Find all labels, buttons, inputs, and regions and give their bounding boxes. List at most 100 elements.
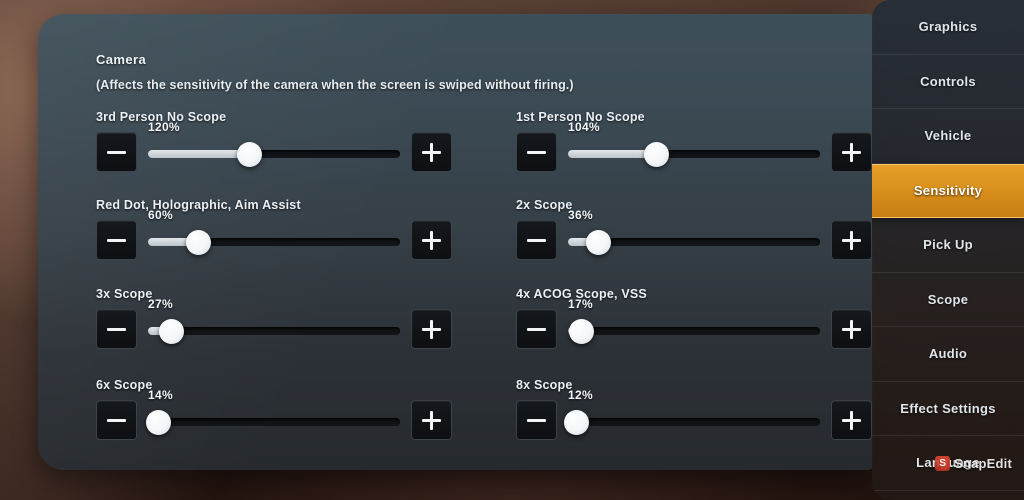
rail-tab-graphics[interactable]: Graphics <box>872 0 1024 55</box>
slider-knob[interactable] <box>644 142 670 167</box>
slider-value: 17% <box>568 297 593 311</box>
slider-knob[interactable] <box>568 319 594 344</box>
increase-button[interactable] <box>831 400 872 440</box>
sensitivity-slider[interactable]: 120% <box>148 120 400 172</box>
slider-knob[interactable] <box>186 230 212 255</box>
sensitivity-slider[interactable]: 27% <box>148 297 400 349</box>
sensitivity-slider[interactable]: 104% <box>568 120 820 172</box>
increase-button[interactable] <box>831 220 872 260</box>
increase-button[interactable] <box>411 132 452 172</box>
minus-icon <box>107 418 126 422</box>
rail-tab-label: Vehicle <box>924 128 972 144</box>
decrease-button[interactable] <box>96 400 137 440</box>
snapedit-watermark: S SnapEdit <box>935 456 1012 471</box>
increase-button[interactable] <box>411 400 452 440</box>
minus-icon <box>107 238 126 242</box>
slider-knob[interactable] <box>563 410 589 435</box>
slider-knob[interactable] <box>146 410 172 435</box>
setting-label: 3x Scope <box>96 287 153 301</box>
plus-icon <box>422 319 441 339</box>
slider-value: 104% <box>568 120 600 134</box>
minus-icon <box>527 327 546 331</box>
rail-tab-label: Effect Settings <box>900 400 996 416</box>
decrease-button[interactable] <box>516 400 557 440</box>
increase-button[interactable] <box>831 309 872 349</box>
plus-icon-bar-v <box>430 142 433 162</box>
plus-icon-bar-v <box>850 319 853 339</box>
plus-icon <box>422 142 441 162</box>
plus-icon-bar-v <box>430 319 433 339</box>
slider-track[interactable] <box>568 327 820 335</box>
snapedit-badge-icon: S <box>935 456 951 471</box>
slider-value: 27% <box>148 297 173 311</box>
rail-tab-label: Pick Up <box>923 237 973 253</box>
minus-icon <box>107 150 126 154</box>
decrease-button[interactable] <box>516 220 557 260</box>
increase-button[interactable] <box>411 309 452 349</box>
slider-value: 12% <box>568 388 593 402</box>
plus-icon-bar-v <box>430 230 433 250</box>
rail-tab-sensitivity[interactable]: Sensitivity <box>872 163 1024 218</box>
increase-button[interactable] <box>411 220 452 260</box>
rail-tab-scope[interactable]: Scope <box>872 273 1024 327</box>
settings-tab-rail[interactable]: Graphics Controls Vehicle Sensitivity Pick U… <box>872 0 1024 500</box>
minus-icon <box>527 238 546 242</box>
sensitivity-slider[interactable]: 17% <box>568 297 820 349</box>
rail-tab-controls[interactable]: Controls <box>872 55 1024 109</box>
minus-icon <box>527 150 546 154</box>
plus-icon-bar-v <box>850 142 853 162</box>
plus-icon <box>842 230 861 250</box>
slider-value: 36% <box>568 208 593 222</box>
slider-track[interactable] <box>148 150 400 158</box>
rail-tab-effect-settings[interactable]: Effect Settings <box>872 382 1024 436</box>
setting-label: 2x Scope <box>516 198 573 212</box>
sensitivity-settings-panel: Camera (Affects the sensitivity of the c… <box>38 14 874 470</box>
plus-icon <box>422 410 441 430</box>
plus-icon <box>842 142 861 162</box>
slider-track[interactable] <box>148 418 400 426</box>
rail-tab-label: Graphics <box>918 19 978 35</box>
sensitivity-slider[interactable]: 12% <box>563 388 820 440</box>
rail-tab-vehicle[interactable]: Vehicle <box>872 109 1024 164</box>
slider-fill <box>148 150 249 158</box>
slider-knob[interactable] <box>586 230 612 255</box>
game-settings-screen: Camera (Affects the sensitivity of the c… <box>0 0 1024 500</box>
sensitivity-slider[interactable]: 36% <box>568 208 820 260</box>
increase-button[interactable] <box>831 132 872 172</box>
section-title: Camera <box>96 52 147 67</box>
plus-icon <box>842 319 861 339</box>
slider-fill <box>568 150 657 158</box>
decrease-button[interactable] <box>96 132 137 172</box>
decrease-button[interactable] <box>516 132 557 172</box>
decrease-button[interactable] <box>96 220 137 260</box>
slider-track[interactable] <box>568 150 820 158</box>
minus-icon <box>527 418 546 422</box>
sensitivity-slider[interactable]: 60% <box>148 208 400 260</box>
rail-tab-pick-up[interactable]: Pick Up <box>872 218 1024 273</box>
slider-value: 14% <box>148 388 173 402</box>
slider-track[interactable] <box>568 418 820 426</box>
section-subtitle: (Affects the sensitivity of the camera w… <box>96 78 574 92</box>
slider-knob[interactable] <box>158 319 184 344</box>
plus-icon-bar-v <box>850 230 853 250</box>
decrease-button[interactable] <box>516 309 557 349</box>
slider-value: 60% <box>148 208 173 222</box>
setting-label: Red Dot, Holographic, Aim Assist <box>96 198 301 212</box>
rail-tab-label: Sensitivity <box>913 183 983 199</box>
rail-tab-label: Controls <box>920 73 976 89</box>
slider-knob[interactable] <box>236 142 262 167</box>
plus-icon-bar-v <box>430 410 433 430</box>
rail-tab-label: Scope <box>927 291 969 307</box>
slider-track[interactable] <box>148 327 400 335</box>
plus-icon <box>842 410 861 430</box>
plus-icon <box>422 230 441 250</box>
plus-icon-bar-v <box>850 410 853 430</box>
minus-icon <box>107 327 126 331</box>
setting-label: 8x Scope <box>516 378 573 392</box>
sensitivity-slider[interactable]: 14% <box>146 388 400 440</box>
decrease-button[interactable] <box>96 309 137 349</box>
rail-tab-label: Audio <box>928 346 968 362</box>
slider-value: 120% <box>148 120 180 134</box>
setting-label: 6x Scope <box>96 378 153 392</box>
rail-tab-audio[interactable]: Audio <box>872 327 1024 382</box>
